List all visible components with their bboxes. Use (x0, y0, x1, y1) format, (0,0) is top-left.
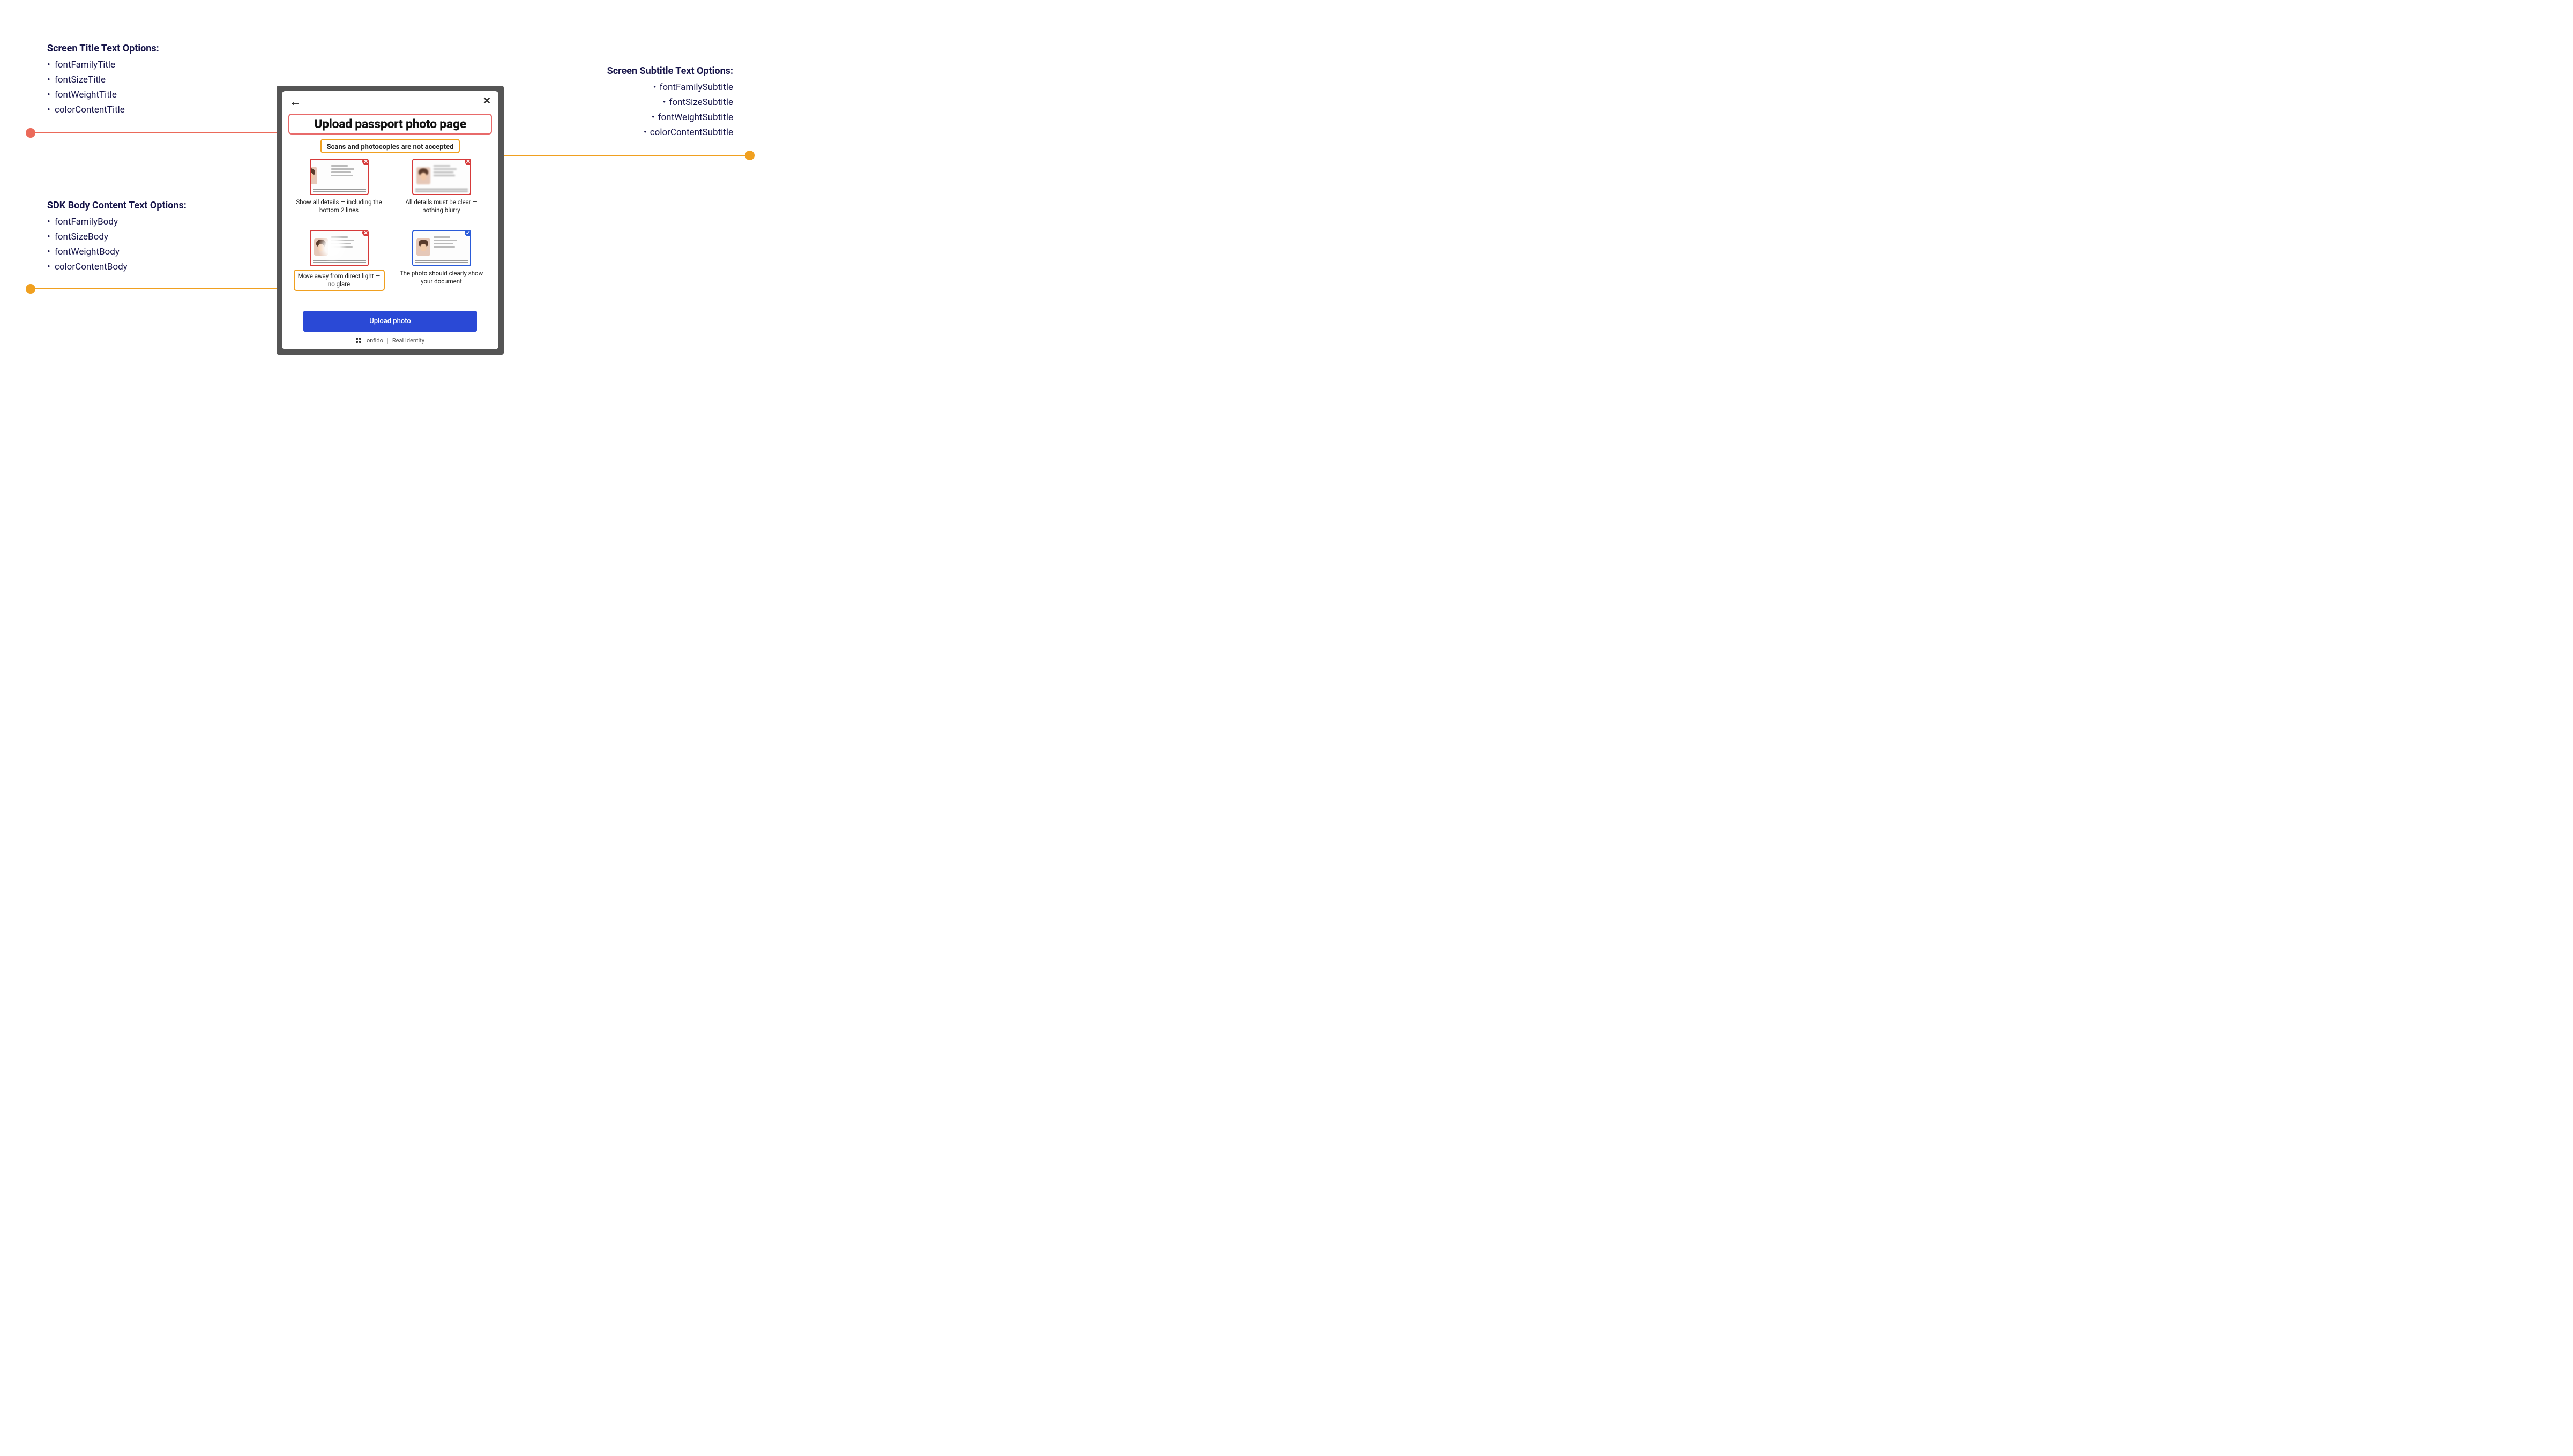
example-caption-highlight: Move away from direct light — no glare (294, 270, 385, 291)
callout-subtitle-heading: Screen Subtitle Text Options: (607, 65, 733, 77)
example-cell: ✕ Show all details — including the botto… (290, 159, 387, 228)
callout-title-item: fontFamilyTitle (47, 57, 159, 72)
annotation-dot (26, 128, 35, 138)
onfido-logo-icon (356, 338, 362, 344)
example-card-cut: ✕ (310, 159, 369, 195)
examples-grid: ✕ Show all details — including the botto… (282, 156, 498, 309)
callout-title-heading: Screen Title Text Options: (47, 43, 159, 54)
annotation-dot (745, 151, 755, 160)
screen-title-highlight: Upload passport photo page (288, 114, 492, 135)
screen-title: Upload passport photo page (314, 117, 466, 131)
annotation-line (466, 155, 746, 156)
example-caption: The photo should clearly show your docum… (396, 270, 487, 286)
annotation-line (35, 288, 292, 289)
callout-subtitle-item: •fontFamilySubtitle (607, 80, 733, 95)
annotation-dot (26, 284, 35, 294)
callout-subtitle-item: •fontSizeSubtitle (607, 95, 733, 110)
callout-title-item: colorContentTitle (47, 102, 159, 117)
callout-body-item: fontWeightBody (47, 244, 187, 259)
sdk-screen: ← ✕ Upload passport photo page Scans and… (282, 91, 498, 349)
close-icon[interactable]: ✕ (483, 96, 491, 108)
footer-tag: Real Identity (392, 337, 424, 344)
example-cell: ✓ The photo should clearly show your doc… (393, 230, 490, 304)
callout-body-item: fontSizeBody (47, 229, 187, 244)
callout-body-options: SDK Body Content Text Options: fontFamil… (47, 200, 187, 274)
upload-photo-button[interactable]: Upload photo (303, 311, 477, 332)
phone-mock-frame: ← ✕ Upload passport photo page Scans and… (277, 86, 504, 355)
example-card-good: ✓ (412, 230, 471, 266)
callout-subtitle-item: •colorContentSubtitle (607, 125, 733, 140)
callout-body-item: fontFamilyBody (47, 214, 187, 229)
annotation-line (35, 132, 289, 133)
example-caption: All details must be clear — nothing blur… (396, 198, 487, 214)
callout-subtitle-options: Screen Subtitle Text Options: •fontFamil… (607, 65, 733, 140)
screen-subtitle-highlight: Scans and photocopies are not accepted (320, 139, 460, 153)
callout-subtitle-item: •fontWeightSubtitle (607, 110, 733, 125)
example-card-glare: ✕ (310, 230, 369, 266)
footer-brand: onfido (367, 337, 383, 344)
callout-title-item: fontWeightTitle (47, 87, 159, 102)
example-card-blur: ✕ (412, 159, 471, 195)
screen-subtitle: Scans and photocopies are not accepted (327, 143, 454, 151)
example-caption: Show all details — including the bottom … (294, 198, 385, 214)
screen-topbar: ← ✕ (282, 91, 498, 110)
callout-title-options: Screen Title Text Options: fontFamilyTit… (47, 43, 159, 117)
callout-body-heading: SDK Body Content Text Options: (47, 200, 187, 211)
callout-title-item: fontSizeTitle (47, 72, 159, 87)
footer-divider (387, 338, 388, 344)
example-cell: ✕ All details must be clear — nothing bl… (393, 159, 490, 228)
back-icon[interactable]: ← (289, 96, 301, 108)
callout-body-item: colorContentBody (47, 259, 187, 274)
sdk-footer: onfido Real Identity (282, 337, 498, 349)
example-cell: ✕ Move away from direct light — no glare (290, 230, 387, 304)
